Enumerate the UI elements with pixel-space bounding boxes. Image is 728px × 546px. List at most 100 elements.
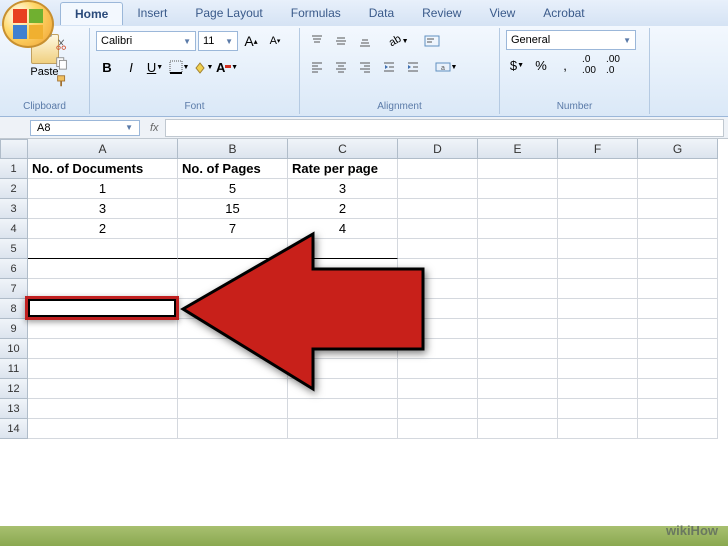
- number-format-combo[interactable]: General▼: [506, 30, 636, 50]
- formula-bar[interactable]: [165, 119, 724, 137]
- cell-D9[interactable]: [398, 319, 478, 339]
- cell-A12[interactable]: [28, 379, 178, 399]
- cell-F10[interactable]: [558, 339, 638, 359]
- cell-D3[interactable]: [398, 199, 478, 219]
- cell-F13[interactable]: [558, 399, 638, 419]
- cell-E1[interactable]: [478, 159, 558, 179]
- cell-C5[interactable]: [288, 239, 398, 259]
- align-right-button[interactable]: [354, 56, 376, 78]
- format-painter-icon[interactable]: [54, 74, 70, 88]
- cell-C11[interactable]: [288, 359, 398, 379]
- cell-G12[interactable]: [638, 379, 718, 399]
- cell-E13[interactable]: [478, 399, 558, 419]
- cell-D8[interactable]: [398, 299, 478, 319]
- cell-F9[interactable]: [558, 319, 638, 339]
- cell-G2[interactable]: [638, 179, 718, 199]
- cell-B2[interactable]: 5: [178, 179, 288, 199]
- row-header-1[interactable]: 1: [0, 159, 28, 179]
- cell-F3[interactable]: [558, 199, 638, 219]
- col-header-G[interactable]: G: [638, 139, 718, 159]
- cell-G4[interactable]: [638, 219, 718, 239]
- cell-B10[interactable]: [178, 339, 288, 359]
- shrink-font-button[interactable]: A▾: [264, 30, 286, 52]
- decrease-indent-button[interactable]: [378, 56, 400, 78]
- cell-E11[interactable]: [478, 359, 558, 379]
- cell-C7[interactable]: [288, 279, 398, 299]
- cell-E7[interactable]: [478, 279, 558, 299]
- cell-F5[interactable]: [558, 239, 638, 259]
- cell-E3[interactable]: [478, 199, 558, 219]
- font-name-combo[interactable]: Calibri▼: [96, 31, 196, 51]
- border-button[interactable]: ▼: [168, 56, 190, 78]
- cell-A2[interactable]: 1: [28, 179, 178, 199]
- cell-B1[interactable]: No. of Pages: [178, 159, 288, 179]
- row-header-9[interactable]: 9: [0, 319, 28, 339]
- cell-F14[interactable]: [558, 419, 638, 439]
- cell-C6[interactable]: [288, 259, 398, 279]
- cell-B13[interactable]: [178, 399, 288, 419]
- cut-icon[interactable]: [54, 38, 70, 52]
- cell-G10[interactable]: [638, 339, 718, 359]
- cell-G14[interactable]: [638, 419, 718, 439]
- row-header-8[interactable]: 8: [0, 299, 28, 319]
- row-header-2[interactable]: 2: [0, 179, 28, 199]
- cell-D12[interactable]: [398, 379, 478, 399]
- cell-B9[interactable]: [178, 319, 288, 339]
- tab-page-layout[interactable]: Page Layout: [181, 2, 276, 24]
- select-all-corner[interactable]: [0, 139, 28, 159]
- copy-icon[interactable]: [54, 56, 70, 70]
- cell-G3[interactable]: [638, 199, 718, 219]
- cell-D6[interactable]: [398, 259, 478, 279]
- cell-E4[interactable]: [478, 219, 558, 239]
- cell-C2[interactable]: 3: [288, 179, 398, 199]
- row-header-14[interactable]: 14: [0, 419, 28, 439]
- cell-A1[interactable]: No. of Documents: [28, 159, 178, 179]
- tab-review[interactable]: Review: [408, 2, 475, 24]
- cell-E8[interactable]: [478, 299, 558, 319]
- cell-C8[interactable]: [288, 299, 398, 319]
- cell-D10[interactable]: [398, 339, 478, 359]
- cell-D14[interactable]: [398, 419, 478, 439]
- cell-A10[interactable]: [28, 339, 178, 359]
- cell-F1[interactable]: [558, 159, 638, 179]
- cell-A14[interactable]: [28, 419, 178, 439]
- bold-button[interactable]: B: [96, 56, 118, 78]
- tab-insert[interactable]: Insert: [123, 2, 181, 24]
- tab-acrobat[interactable]: Acrobat: [529, 2, 598, 24]
- cell-C10[interactable]: [288, 339, 398, 359]
- row-header-10[interactable]: 10: [0, 339, 28, 359]
- cell-C12[interactable]: [288, 379, 398, 399]
- cell-D1[interactable]: [398, 159, 478, 179]
- cell-A3[interactable]: 3: [28, 199, 178, 219]
- row-header-7[interactable]: 7: [0, 279, 28, 299]
- name-box[interactable]: A8▼: [30, 120, 140, 136]
- cell-F11[interactable]: [558, 359, 638, 379]
- merge-center-button[interactable]: a▼: [426, 56, 466, 78]
- cell-F4[interactable]: [558, 219, 638, 239]
- font-color-button[interactable]: A▼: [216, 56, 238, 78]
- row-header-13[interactable]: 13: [0, 399, 28, 419]
- italic-button[interactable]: I: [120, 56, 142, 78]
- cell-D2[interactable]: [398, 179, 478, 199]
- cell-G13[interactable]: [638, 399, 718, 419]
- cell-C13[interactable]: [288, 399, 398, 419]
- col-header-C[interactable]: C: [288, 139, 398, 159]
- align-top-button[interactable]: [306, 30, 328, 52]
- cell-F6[interactable]: [558, 259, 638, 279]
- tab-home[interactable]: Home: [60, 2, 123, 25]
- decrease-decimal-button[interactable]: .00.0: [602, 54, 624, 76]
- cell-B6[interactable]: [178, 259, 288, 279]
- align-center-button[interactable]: [330, 56, 352, 78]
- office-button[interactable]: [2, 0, 54, 48]
- cell-G9[interactable]: [638, 319, 718, 339]
- cell-A4[interactable]: 2: [28, 219, 178, 239]
- cell-G1[interactable]: [638, 159, 718, 179]
- cell-D11[interactable]: [398, 359, 478, 379]
- fx-icon[interactable]: fx: [150, 122, 159, 134]
- cell-B7[interactable]: [178, 279, 288, 299]
- cell-B3[interactable]: 15: [178, 199, 288, 219]
- comma-button[interactable]: ,: [554, 54, 576, 76]
- cell-E14[interactable]: [478, 419, 558, 439]
- cell-F8[interactable]: [558, 299, 638, 319]
- cell-C4[interactable]: 4: [288, 219, 398, 239]
